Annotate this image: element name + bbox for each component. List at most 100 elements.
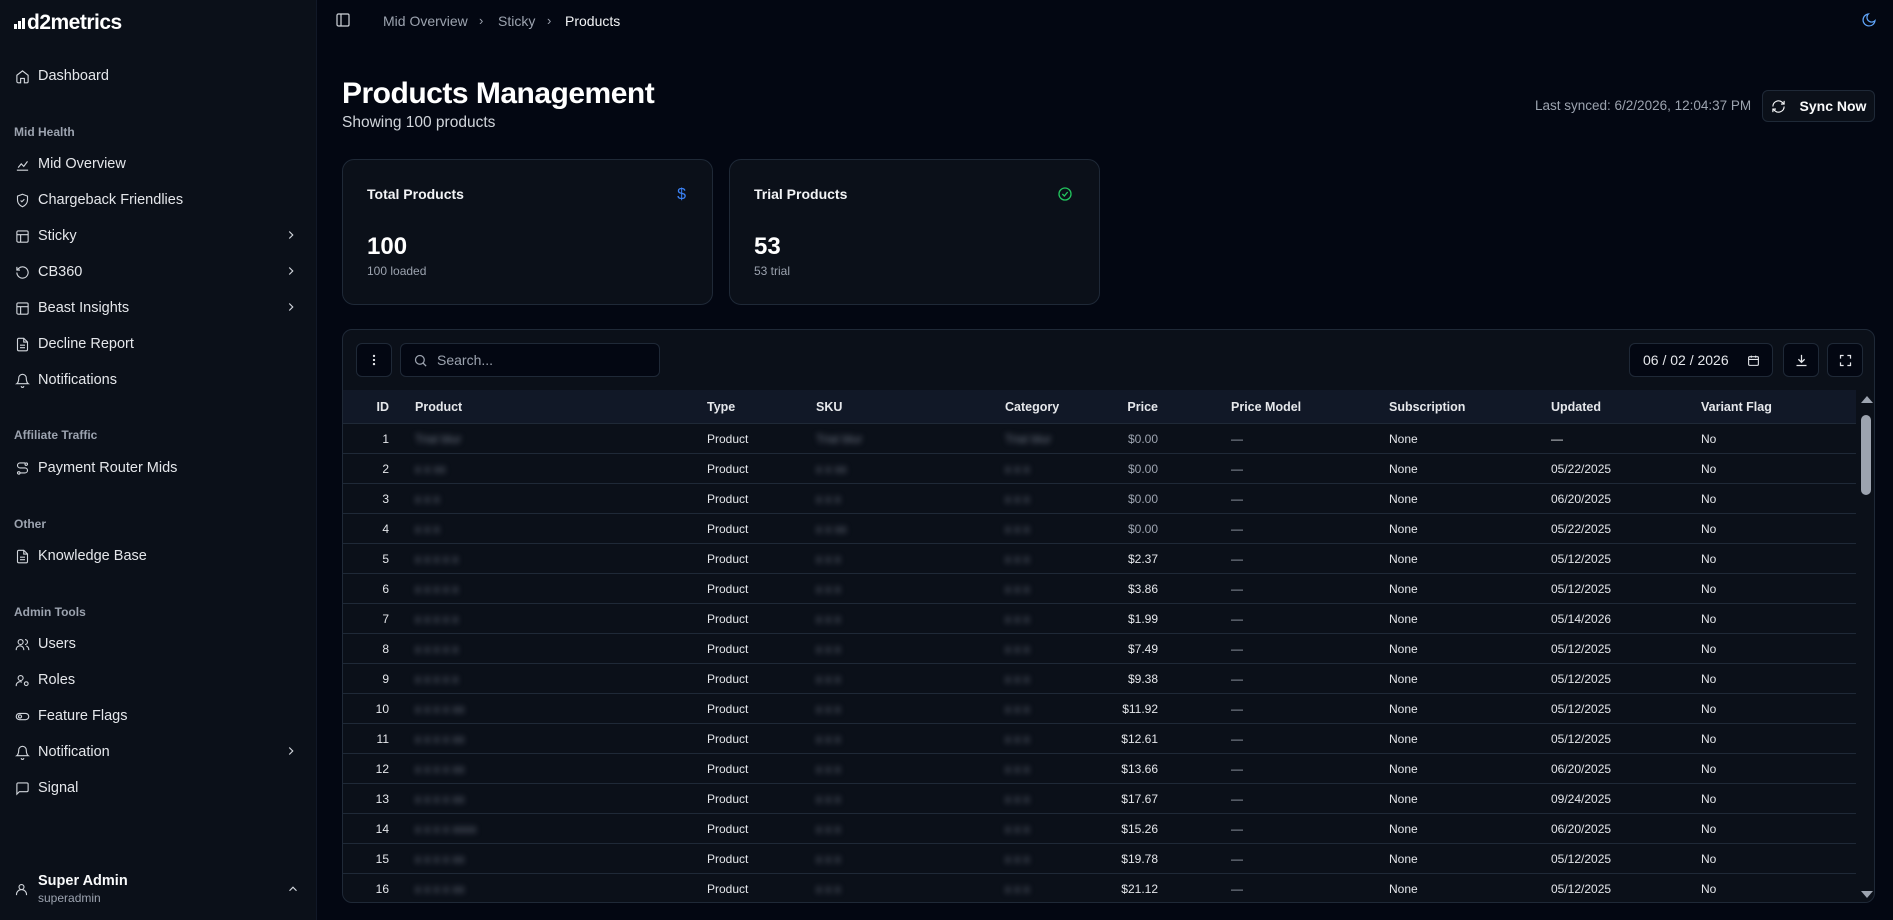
logo-text: d2metrics [27,11,122,34]
chevron-right-icon [284,744,300,760]
table-row[interactable]: 2 x x xx Product x x xx x x x $0.00 — None 05/22… [343,454,1856,484]
card-value: 53 [754,233,781,260]
sidebar-item-dashboard[interactable]: Dashboard [14,61,304,91]
cell-product: x x x x x [415,552,459,566]
logo-bars-icon [14,11,26,35]
cell-subscription: None [1389,612,1418,626]
column-header-price[interactable]: Price [1113,400,1158,414]
users-icon [14,636,30,652]
sidebar-item-cb360[interactable]: CB360 [14,257,304,287]
sidebar-item-mid-overview[interactable]: Mid Overview [14,149,304,179]
cell-sku: x x x [816,792,841,806]
table-row[interactable]: 3 x x x Product x x x x x x $0.00 — None 06/20/2… [343,484,1856,514]
sidebar-item-label: Notifications [38,372,117,388]
sidebar-item-roles[interactable]: Roles [14,665,304,695]
cell-sku: x x x [816,882,841,896]
table-row[interactable]: 5 x x x x x Product x x x x x x $2.37 — None 05/… [343,544,1856,574]
scroll-down-icon[interactable] [1861,891,1873,898]
table-row[interactable]: 4 x x x Product x x xx x x x $0.00 — None 05/22/… [343,514,1856,544]
cell-price-model: — [1231,642,1243,656]
sidebar-item-users[interactable]: Users [14,629,304,659]
sidebar-item-chargeback-friendlies[interactable]: Chargeback Friendlies [14,185,304,215]
calendar-icon [1748,355,1759,366]
table-row[interactable]: 9 x x x x x Product x x x x x x $9.38 — None 05/… [343,664,1856,694]
cell-price-model: — [1231,852,1243,866]
user-menu[interactable]: Super Admin superadmin [14,870,304,910]
column-header-id[interactable]: ID [363,400,390,414]
fullscreen-button[interactable] [1827,343,1863,377]
column-header-sku[interactable]: SKU [816,400,842,414]
column-header-type[interactable]: Type [707,400,735,414]
scroll-up-icon[interactable] [1861,396,1873,403]
sidebar-item-feature-flags[interactable]: Feature Flags [14,701,304,731]
cell-price-model: — [1231,762,1243,776]
cell-price-model: — [1231,522,1243,536]
cell-type: Product [707,732,749,746]
cell-type: Product [707,552,749,566]
cell-subscription: None [1389,432,1418,446]
table-icon [14,228,30,244]
table-row[interactable]: 11 x x x x xx Product x x x x x x $12.61 — None… [343,724,1856,754]
table-row[interactable]: 6 x x x x x Product x x x x x x $3.86 — None 05/… [343,574,1856,604]
sidebar-item-signal[interactable]: Signal [14,773,304,803]
table-row[interactable]: 13 x x x x xx Product x x x x x x $17.67 — None… [343,784,1856,814]
sidebar-item-knowledge-base[interactable]: Knowledge Base [14,541,304,571]
cell-price: $15.26 [1121,822,1158,836]
cell-subscription: None [1389,552,1418,566]
cell-sku: x x xx [816,462,847,476]
table-row[interactable]: 10 x x x x xx Product x x x x x x $11.92 — None… [343,694,1856,724]
sidebar-item-beast-insights[interactable]: Beast Insights [14,293,304,323]
refresh-icon [14,264,30,280]
search-box [400,343,660,377]
sidebar-item-payment-router-mids[interactable]: Payment Router Mids [14,453,304,483]
column-header-product[interactable]: Product [415,400,462,414]
file-text-icon [14,548,30,564]
bell-icon [14,744,30,760]
cell-price: $12.61 [1121,732,1158,746]
column-header-category[interactable]: Category [1005,400,1059,414]
breadcrumb-mid-overview[interactable]: Mid Overview [383,13,468,29]
sidebar-toggle-button[interactable] [335,12,353,30]
breadcrumb-sticky[interactable]: Sticky [498,13,535,29]
message-icon [14,780,30,796]
sidebar-item-notification[interactable]: Notification [14,737,304,767]
cell-category: x x x [1005,672,1030,686]
download-button[interactable] [1783,343,1819,377]
cell-product: x x x x xxxx [415,822,477,836]
table-row[interactable]: 7 x x x x x Product x x x x x x $1.99 — None 05/… [343,604,1856,634]
column-header-updated[interactable]: Updated [1551,400,1601,414]
more-options-button[interactable] [356,343,392,377]
sidebar-item-label: Feature Flags [38,708,128,724]
table-row[interactable]: 1 Trial blur Product Trial blur Trial blur $0… [343,424,1856,454]
app-logo[interactable]: d2metrics [14,11,122,35]
table-row[interactable]: 15 x x x x xx Product x x x x x x $19.78 — None… [343,844,1856,874]
table-row[interactable]: 8 x x x x x Product x x x x x x $7.49 — None 05/… [343,634,1856,664]
cell-updated: 09/24/2025 [1551,792,1612,806]
column-header-subscription[interactable]: Subscription [1389,400,1465,414]
column-header-price-model[interactable]: Price Model [1231,400,1301,414]
table-scrollbar[interactable] [1859,390,1873,902]
sync-now-button[interactable]: Sync Now [1762,90,1875,122]
products-table-panel: 06 / 02 / 2026 ID Product Type SKU Categ… [342,329,1875,903]
table-row[interactable]: 12 x x x x xx Product x x x x x x $13.66 — None… [343,754,1856,784]
cell-subscription: None [1389,462,1418,476]
column-header-variant-flag[interactable]: Variant Flag [1701,400,1772,414]
date-picker[interactable]: 06 / 02 / 2026 [1629,343,1773,377]
cell-price-model: — [1231,672,1243,686]
section-mid-health: Mid Health [14,125,75,139]
cell-id: 13 [375,792,389,806]
cell-variant-flag: No [1701,612,1717,626]
scrollbar-thumb[interactable] [1861,415,1871,495]
sidebar-item-sticky[interactable]: Sticky [14,221,304,251]
sidebar-item-notifications[interactable]: Notifications [14,365,304,395]
theme-toggle-button[interactable] [1861,12,1877,33]
cell-type: Product [707,852,749,866]
table-row[interactable]: 14 x x x x xxxx Product x x x x x x $15.26 — No… [343,814,1856,844]
last-synced-text: Last synced: 6/2/2026, 12:04:37 PM [1535,98,1752,113]
cell-price-model: — [1231,822,1243,836]
sidebar-item-decline-report[interactable]: Decline Report [14,329,304,359]
search-input[interactable] [437,344,652,376]
table-row[interactable]: 16 x x x x xx Product x x x x x x $21.12 — None… [343,874,1856,902]
cell-updated: 05/12/2025 [1551,852,1612,866]
cell-category: Trial blur [1005,432,1052,446]
